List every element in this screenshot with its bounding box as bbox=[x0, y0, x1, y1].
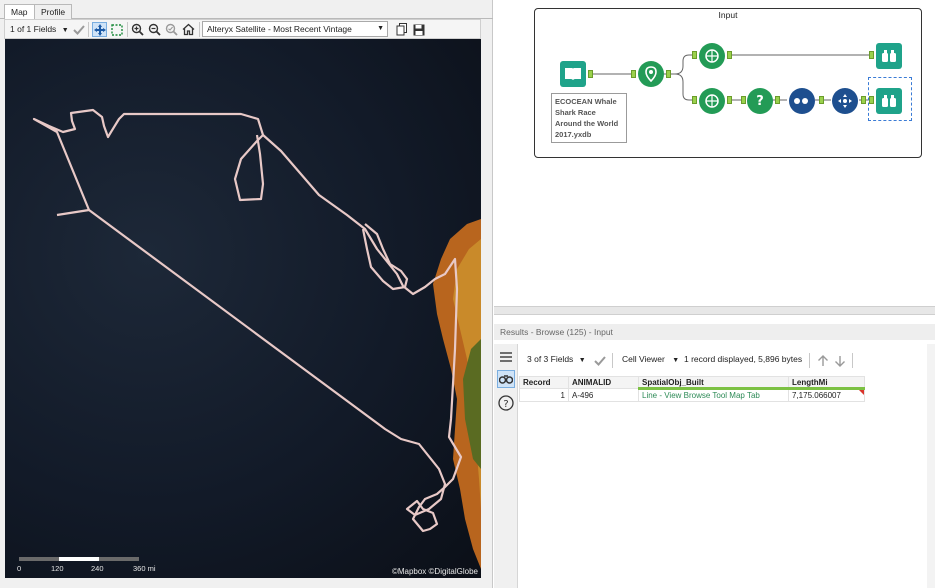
table-row[interactable]: 1 A-496 Line - View Browse Tool Map Tab … bbox=[519, 388, 865, 402]
chevron-down-icon: ▼ bbox=[672, 357, 680, 364]
whale-shark-track bbox=[32, 108, 463, 533]
tab-map-label: Map bbox=[11, 7, 28, 17]
input-anchor[interactable] bbox=[869, 96, 874, 104]
arrow-down-icon[interactable] bbox=[832, 353, 847, 368]
browse-tool-bottom[interactable] bbox=[876, 88, 902, 114]
poly-build-tool[interactable] bbox=[638, 61, 664, 87]
map-view[interactable]: 0 120 240 360 mi ©Mapbox ©DigitalGlobe bbox=[5, 39, 481, 578]
tool-container[interactable]: Input ECOCEAN Whale Shark Race Around th… bbox=[534, 8, 922, 158]
cell-lengthmi-value: 7,175.066007 bbox=[792, 391, 841, 400]
chevron-down-icon: ▼ bbox=[377, 25, 384, 32]
svg-text:?: ? bbox=[503, 399, 508, 410]
col-header-animalid[interactable]: ANIMALID bbox=[568, 376, 639, 389]
output-anchor[interactable] bbox=[775, 96, 780, 104]
viewer-select-value: Cell Viewer bbox=[622, 354, 665, 364]
scale-label-0: 0 bbox=[17, 564, 22, 573]
map-layer bbox=[32, 108, 481, 569]
col-header-lengthmi[interactable]: LengthMi bbox=[788, 376, 865, 390]
results-toolbar: 3 of 3 Fields ▼ Cell Viewer ▼ 1 record d… bbox=[518, 348, 935, 370]
cell-lengthmi[interactable]: 7,175.066007 bbox=[788, 388, 865, 402]
results-scrollbar[interactable] bbox=[927, 344, 935, 588]
input-anchor[interactable] bbox=[819, 96, 824, 104]
scale-label-240: 240 bbox=[91, 564, 104, 573]
select-rectangle-icon[interactable] bbox=[109, 22, 124, 37]
zoom-out-icon[interactable] bbox=[147, 22, 162, 37]
fields-select-value: 1 of 1 Fields bbox=[10, 24, 57, 34]
results-sidebar: ? bbox=[494, 344, 518, 588]
browse-tool-top[interactable] bbox=[876, 43, 902, 69]
tab-profile-label: Profile bbox=[41, 7, 66, 17]
cell-animalid[interactable]: A-496 bbox=[568, 388, 639, 402]
help-icon[interactable]: ? bbox=[497, 394, 515, 412]
output-anchor[interactable] bbox=[861, 96, 866, 104]
map-toolbar: 1 of 1 Fields ▼ Alteryx Satellite - Most… bbox=[4, 19, 481, 39]
map-tabbar: Map Profile bbox=[0, 4, 493, 20]
map-pane: Map Profile 1 of 1 Fields ▼ Alteryx Sate… bbox=[0, 0, 493, 588]
zoom-in-icon[interactable] bbox=[130, 22, 145, 37]
results-fields-value: 3 of 3 Fields bbox=[527, 354, 574, 364]
copy-icon[interactable] bbox=[394, 22, 409, 37]
results-table: Record ANIMALID SpatialObj_Built LengthM… bbox=[519, 376, 865, 402]
save-icon[interactable] bbox=[411, 22, 426, 37]
input-anchor[interactable] bbox=[631, 70, 636, 78]
viewer-select[interactable]: Cell Viewer ▼ bbox=[622, 352, 679, 367]
input-annotation: ECOCEAN Whale Shark Race Around the Worl… bbox=[551, 93, 627, 143]
col-header-spatialobj[interactable]: SpatialObj_Built bbox=[638, 376, 789, 390]
input-anchor[interactable] bbox=[869, 51, 874, 59]
tab-map[interactable]: Map bbox=[4, 4, 35, 20]
filter-tool[interactable]: ? bbox=[747, 88, 773, 114]
input-data-tool[interactable] bbox=[560, 61, 586, 87]
truncation-marker bbox=[859, 390, 864, 395]
arrow-up-icon[interactable] bbox=[815, 353, 830, 368]
output-anchor[interactable] bbox=[727, 51, 732, 59]
cell-spatialobj[interactable]: Line - View Browse Tool Map Tab bbox=[638, 388, 789, 402]
tab-profile[interactable]: Profile bbox=[34, 4, 73, 19]
spatial-process-tool-top[interactable] bbox=[699, 43, 725, 69]
zoom-to-selection-icon[interactable] bbox=[164, 22, 179, 37]
input-anchor[interactable] bbox=[692, 51, 697, 59]
spatial-process-tool-bottom[interactable] bbox=[699, 88, 725, 114]
scale-label-120: 120 bbox=[51, 564, 64, 573]
basemap-select[interactable]: Alteryx Satellite - Most Recent Vintage … bbox=[202, 21, 388, 37]
apply-check-icon[interactable] bbox=[71, 22, 86, 37]
chevron-down-icon: ▼ bbox=[61, 27, 69, 34]
pane-splitter[interactable] bbox=[494, 306, 935, 315]
map-attribution: ©Mapbox ©DigitalGlobe bbox=[391, 567, 478, 576]
workflow-canvas[interactable]: Input ECOCEAN Whale Shark Race Around th… bbox=[494, 0, 935, 306]
output-anchor[interactable] bbox=[588, 70, 593, 78]
results-title: Results - Browse (125) - Input bbox=[494, 324, 935, 340]
input-anchor[interactable] bbox=[741, 96, 746, 104]
results-fields-select[interactable]: 3 of 3 Fields ▼ bbox=[527, 352, 586, 367]
map-scale-bar bbox=[19, 557, 139, 561]
results-status: 1 record displayed, 5,896 bytes bbox=[684, 354, 803, 364]
join-tool[interactable] bbox=[789, 88, 815, 114]
apply-check-icon[interactable] bbox=[592, 353, 607, 368]
table-header-row: Record ANIMALID SpatialObj_Built LengthM… bbox=[519, 376, 865, 390]
chevron-down-icon: ▼ bbox=[578, 357, 586, 364]
pan-tool-icon[interactable] bbox=[92, 22, 107, 37]
fields-select[interactable]: 1 of 1 Fields ▼ bbox=[10, 22, 69, 37]
output-anchor[interactable] bbox=[666, 70, 671, 78]
list-view-icon[interactable] bbox=[497, 348, 515, 366]
cell-record[interactable]: 1 bbox=[519, 388, 569, 402]
output-anchor[interactable] bbox=[727, 96, 732, 104]
input-anchor[interactable] bbox=[692, 96, 697, 104]
browse-binoculars-icon[interactable] bbox=[497, 370, 515, 388]
col-header-record[interactable]: Record bbox=[519, 376, 569, 389]
basemap-select-value: Alteryx Satellite - Most Recent Vintage bbox=[207, 24, 352, 34]
formula-tool[interactable] bbox=[832, 88, 858, 114]
scale-label-360: 360 mi bbox=[133, 564, 156, 573]
results-pane: Results - Browse (125) - Input ? 3 of 3 … bbox=[494, 306, 935, 588]
home-icon[interactable] bbox=[181, 22, 196, 37]
